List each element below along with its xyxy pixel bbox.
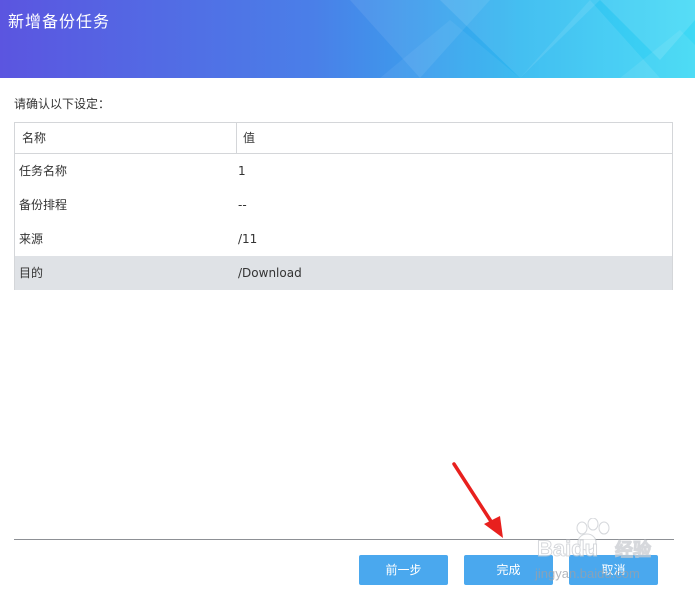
table-row[interactable]: 备份排程 -- bbox=[15, 188, 672, 222]
column-header-value[interactable]: 值 bbox=[243, 123, 255, 153]
red-arrow-icon bbox=[452, 462, 503, 538]
column-divider[interactable] bbox=[236, 123, 237, 153]
row-value: -- bbox=[238, 198, 247, 212]
row-name: 任务名称 bbox=[19, 164, 68, 178]
row-name: 来源 bbox=[19, 232, 44, 246]
row-value: 1 bbox=[238, 164, 246, 178]
row-name: 目的 bbox=[19, 266, 44, 280]
watermark-brand-cn: 经验 bbox=[615, 539, 652, 561]
table-header: 名称 值 bbox=[15, 123, 672, 154]
column-header-name[interactable]: 名称 bbox=[22, 123, 46, 153]
watermark-url: jingyan.baidu.com bbox=[534, 566, 640, 581]
prev-step-button[interactable]: 前一步 bbox=[359, 555, 448, 585]
settings-table: 名称 值 任务名称 1 备份排程 -- 来源 /11 目的 /Download bbox=[14, 122, 673, 290]
watermark-brand: Baidu bbox=[537, 536, 598, 561]
baidu-watermark: Baidu 经验 jingyan.baidu.com bbox=[534, 518, 652, 581]
row-value: /11 bbox=[238, 232, 258, 246]
row-value: /Download bbox=[238, 266, 302, 280]
table-row-selected[interactable]: 目的 /Download bbox=[15, 256, 672, 290]
dialog-title: 新增备份任务 bbox=[8, 12, 111, 31]
dialog-header: 新增备份任务 bbox=[0, 0, 695, 78]
row-name: 备份排程 bbox=[19, 198, 68, 212]
table-row[interactable]: 任务名称 1 bbox=[15, 154, 672, 188]
confirm-prompt: 请确认以下设定： bbox=[14, 97, 111, 111]
table-row[interactable]: 来源 /11 bbox=[15, 222, 672, 256]
